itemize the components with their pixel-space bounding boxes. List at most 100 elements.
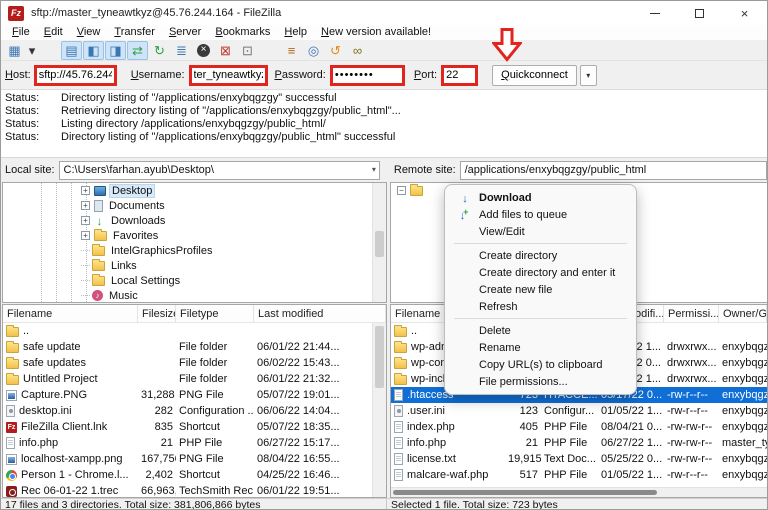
local-row-capture-png[interactable]: Capture.PNG 31,288 PNG File 05/07/22 19:…: [3, 387, 386, 403]
local-row-localhost-xampp-png[interactable]: localhost-xampp.png 167,756 PNG File 08/…: [3, 451, 386, 467]
local-row-desktop-ini[interactable]: desktop.ini 282 Configuration ... 06/06/…: [3, 403, 386, 419]
expander-icon[interactable]: −: [397, 186, 406, 195]
column-header[interactable]: Filesize: [138, 305, 176, 322]
remote-row-license-txt[interactable]: license.txt 19,915 Text Doc... 05/25/22 …: [391, 451, 767, 467]
local-tree-item-downloads[interactable]: + Downloads: [3, 213, 386, 228]
expander-icon[interactable]: +: [81, 201, 90, 210]
folder-icon: [6, 343, 19, 353]
local-tree-item-desktop[interactable]: + Desktop: [3, 183, 386, 198]
remote-row-index-php[interactable]: index.php 405 PHP File 08/04/21 0... -rw…: [391, 419, 767, 435]
expander-icon[interactable]: +: [81, 216, 90, 225]
toolbar-site-manager-dropdown[interactable]: ▾: [26, 41, 38, 60]
menu-help[interactable]: Help: [277, 25, 314, 40]
toolbar-filter[interactable]: ≡: [281, 41, 302, 60]
local-tree-item-local-settings[interactable]: Local Settings: [3, 273, 386, 288]
remote-row-user-ini[interactable]: .user.ini 123 Configur... 01/05/22 1... …: [391, 403, 767, 419]
menu-view[interactable]: View: [70, 25, 108, 40]
expander-icon[interactable]: [81, 280, 90, 281]
local-row-safe-updates[interactable]: safe updates File folder 06/02/22 15:43.…: [3, 355, 386, 371]
local-tree-scrollbar[interactable]: [372, 183, 386, 302]
local-row-parent[interactable]: ..: [3, 323, 386, 339]
menu-item-download[interactable]: ↓ Download: [445, 189, 636, 206]
menu-item-create-directory-and-enter[interactable]: Create directory and enter it: [445, 264, 636, 281]
toolbar-sync-browse[interactable]: ↺: [325, 41, 346, 60]
local-tree-item-links[interactable]: Links: [3, 258, 386, 273]
toolbar-disconnect[interactable]: ⊠: [215, 41, 236, 60]
scrollbar-thumb[interactable]: [375, 231, 384, 257]
toolbar-toggle-message-log[interactable]: ▤: [61, 41, 82, 60]
menu-item-file-permissions[interactable]: File permissions...: [445, 373, 636, 390]
toolbar-toggle-local-tree[interactable]: ◧: [83, 41, 104, 60]
menu-item-refresh[interactable]: Refresh: [445, 298, 636, 315]
remote-site-selector[interactable]: /applications/enxybqgzgy/public_html: [460, 161, 767, 180]
toolbar-compare[interactable]: ◎: [303, 41, 324, 60]
menu-item-delete[interactable]: Delete: [445, 322, 636, 339]
menu-edit[interactable]: Edit: [37, 25, 70, 40]
local-row-filezilla-client-lnk[interactable]: FileZilla Client.lnk 835 Shortcut 05/07/…: [3, 419, 386, 435]
menu-item-add-files-to-queue[interactable]: ↓+ Add files to queue: [445, 206, 636, 223]
menu-item-copy-urls[interactable]: Copy URL(s) to clipboard: [445, 356, 636, 373]
username-input[interactable]: [189, 65, 268, 86]
expander-icon[interactable]: [81, 250, 90, 251]
menu-item-create-directory[interactable]: Create directory: [445, 247, 636, 264]
toolbar-site-manager[interactable]: ▦: [4, 41, 25, 60]
remote-list-horizontal-scrollbar[interactable]: [391, 487, 767, 497]
menu-item-view-edit[interactable]: View/Edit: [445, 223, 636, 240]
quickconnect-dropdown-button[interactable]: ▾: [580, 65, 597, 86]
local-site-selector[interactable]: C:\Users\farhan.ayub\Desktop\ ▾: [59, 161, 380, 180]
expander-icon[interactable]: +: [81, 186, 90, 195]
column-header[interactable]: Owner/Gr...: [719, 305, 767, 322]
toolbar-toggle-remote-tree[interactable]: ◨: [105, 41, 126, 60]
file-icon: [6, 437, 15, 449]
toolbar-search[interactable]: ∞: [347, 41, 368, 60]
toolbar-reconnect[interactable]: ⊡: [237, 41, 258, 60]
local-tree-item-favorites[interactable]: + Favorites: [3, 228, 386, 243]
menu-file[interactable]: File: [5, 25, 37, 40]
menu-item-sep-1[interactable]: [454, 243, 627, 244]
expander-icon[interactable]: [81, 265, 90, 266]
menu-new-version[interactable]: New version available!: [314, 25, 438, 40]
remote-row-info-php[interactable]: info.php 21 PHP File 06/27/22 1... -rw-r…: [391, 435, 767, 451]
chrome-icon: [6, 470, 17, 481]
local-tree-item-intelgraphicsprofiles[interactable]: IntelGraphicsProfiles: [3, 243, 386, 258]
local-row-info-php[interactable]: info.php 21 PHP File 06/27/22 15:17...: [3, 435, 386, 451]
toolbar-sep-1[interactable]: [39, 41, 60, 60]
menu-transfer[interactable]: Transfer: [107, 25, 162, 40]
expander-icon[interactable]: +: [81, 231, 90, 240]
host-input[interactable]: [34, 65, 117, 86]
toolbar-process-queue[interactable]: ≣: [171, 41, 192, 60]
toolbar-toggle-transfer-queue[interactable]: ⇄: [127, 41, 148, 60]
toolbar-cancel[interactable]: ×: [193, 41, 214, 60]
toolbar-sep-2[interactable]: [259, 41, 280, 60]
panel-splitter[interactable]: [387, 158, 390, 496]
menu-item-rename[interactable]: Rename: [445, 339, 636, 356]
local-list-scrollbar[interactable]: [372, 323, 386, 497]
minimize-button[interactable]: [632, 1, 677, 25]
column-header[interactable]: Filename: [3, 305, 138, 322]
local-tree-item-documents[interactable]: + Documents: [3, 198, 386, 213]
scrollbar-thumb[interactable]: [375, 326, 384, 388]
quickconnect-button[interactable]: Quickconnect: [492, 65, 577, 86]
menu-item-sep-2[interactable]: [454, 318, 627, 319]
column-header[interactable]: Filetype: [176, 305, 254, 322]
column-header[interactable]: Last modified: [254, 305, 386, 322]
menu-server[interactable]: Server: [162, 25, 208, 40]
local-tree-item-music[interactable]: Music: [3, 288, 386, 303]
menu-bookmarks[interactable]: Bookmarks: [208, 25, 277, 40]
toolbar-refresh[interactable]: ↻: [149, 41, 170, 60]
port-input[interactable]: [441, 65, 478, 86]
scrollbar-thumb[interactable]: [393, 490, 657, 495]
remote-row-malcare-waf-php[interactable]: malcare-waf.php 517 PHP File 01/05/22 1.…: [391, 467, 767, 483]
menu-item-create-new-file[interactable]: Create new file: [445, 281, 636, 298]
local-row-rec-06-01-22[interactable]: Rec 06-01-22 1.trec 66,963,6... TechSmit…: [3, 483, 386, 498]
password-input[interactable]: [330, 65, 405, 86]
close-button[interactable]: ×: [722, 1, 767, 25]
expander-icon[interactable]: [81, 295, 90, 296]
local-row-untitled-project[interactable]: Untitled Project File folder 06/01/22 21…: [3, 371, 386, 387]
quickconnect-bar: Host: Username: Password: Port: Quickcon…: [1, 61, 767, 90]
maximize-button[interactable]: [677, 1, 722, 25]
local-row-person-1-chrome[interactable]: Person 1 - Chrome.l... 2,402 Shortcut 04…: [3, 467, 386, 483]
local-row-safe-update[interactable]: safe update File folder 06/01/22 21:44..…: [3, 339, 386, 355]
column-header[interactable]: Permissi...: [664, 305, 719, 322]
document-icon: [94, 200, 103, 212]
